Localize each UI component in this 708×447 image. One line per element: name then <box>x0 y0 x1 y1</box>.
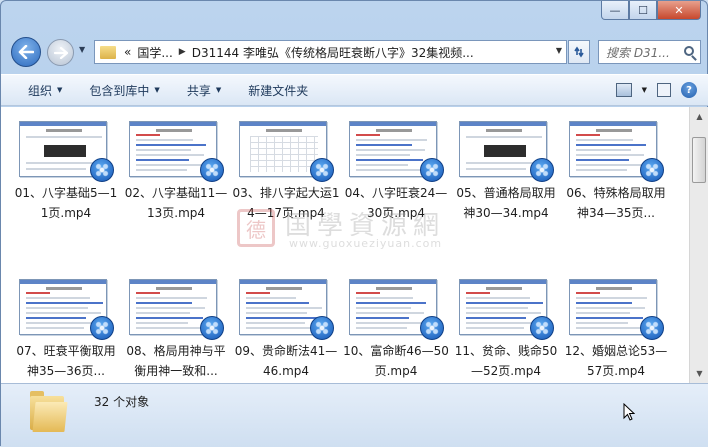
file-item[interactable]: 10、富命断46—50页.mp4 <box>341 265 451 383</box>
file-item[interactable]: 07、旺衰平衡取用神35—36页... <box>11 265 121 383</box>
watermark-url: www.guoxueziyuan.com <box>289 237 443 250</box>
search-placeholder: 搜索 D31... <box>606 45 670 60</box>
navigation-bar: ▼ « 国学... ▶ D31144 李唯弘《传统格局旺衰断八字》32集视频..… <box>1 31 708 71</box>
file-name: 12、婚姻总论53—57页.mp4 <box>564 344 668 378</box>
media-player-icon <box>420 316 444 340</box>
forward-button[interactable] <box>47 39 74 66</box>
file-item[interactable]: 01、八字基础5—11页.mp4 <box>11 107 121 257</box>
media-player-icon <box>530 158 554 182</box>
organize-menu[interactable]: 组织 ▼ <box>28 82 62 99</box>
refresh-button[interactable] <box>568 40 590 64</box>
command-bar: 组织 ▼ 包含到库中 ▼ 共享 ▼ 新建文件夹 ▼ ? <box>1 74 708 106</box>
file-item[interactable]: 11、贫命、贱命50—52页.mp4 <box>451 265 561 383</box>
address-dropdown-icon[interactable]: ▼ <box>556 46 562 55</box>
media-player-icon <box>200 158 224 182</box>
file-name: 11、贫命、贱命50—52页.mp4 <box>454 344 558 378</box>
details-pane: 32 个对象 <box>1 383 708 447</box>
file-name: 07、旺衰平衡取用神35—36页... <box>16 344 116 378</box>
media-player-icon <box>420 158 444 182</box>
caret-down-icon: ▼ <box>57 86 63 94</box>
file-item[interactable]: 12、婚姻总论53—57页.mp4 <box>561 265 671 383</box>
preview-pane-icon[interactable] <box>657 83 671 97</box>
folder-icon <box>100 45 116 59</box>
watermark: 德 国學資源網 www.guoxueziyuan.com <box>237 207 477 251</box>
new-folder-label: 新建文件夹 <box>248 83 309 98</box>
scroll-up-icon[interactable]: ▲ <box>691 108 708 125</box>
breadcrumb-segment-guoxue[interactable]: 国学... <box>137 44 172 61</box>
chevron-right-icon[interactable]: ▶ <box>179 47 186 57</box>
file-name: 08、格局用神与平衡用神一致和... <box>126 344 226 378</box>
share-menu[interactable]: 共享 ▼ <box>187 82 221 99</box>
address-bar[interactable]: « 国学... ▶ D31144 李唯弘《传统格局旺衰断八字》32集视频... … <box>94 40 567 64</box>
back-button[interactable] <box>11 37 41 67</box>
media-player-icon <box>640 158 664 182</box>
caret-down-icon[interactable]: ▼ <box>642 86 647 94</box>
change-view-icon[interactable] <box>615 83 632 97</box>
forward-arrow-icon <box>53 46 68 59</box>
file-item[interactable]: 09、贵命断法41—46.mp4 <box>231 265 341 383</box>
maximize-button[interactable]: ☐ <box>629 1 657 20</box>
breadcrumb-overflow[interactable]: « <box>124 45 131 59</box>
refresh-icon <box>574 46 584 58</box>
media-player-icon <box>530 316 554 340</box>
include-in-library-menu[interactable]: 包含到库中 ▼ <box>89 82 159 99</box>
watermark-seal: 德 <box>237 209 275 247</box>
search-icon[interactable] <box>684 46 694 56</box>
file-name: 02、八字基础11—13页.mp4 <box>124 186 228 220</box>
caret-down-icon: ▼ <box>215 86 222 94</box>
recent-pages-dropdown-icon[interactable]: ▼ <box>79 45 85 54</box>
file-item[interactable]: 06、特殊格局取用神34—35页... <box>561 107 671 257</box>
file-name: 06、特殊格局取用神34—35页... <box>566 186 666 220</box>
file-name: 01、八字基础5—11页.mp4 <box>14 186 118 220</box>
organize-label: 组织 <box>28 83 53 98</box>
file-item[interactable]: 08、格局用神与平衡用神一致和... <box>121 265 231 383</box>
back-arrow-icon <box>18 45 34 59</box>
scrollbar-thumb[interactable] <box>692 137 706 183</box>
new-folder-button[interactable]: 新建文件夹 <box>248 82 308 99</box>
file-name: 09、贵命断法41—46.mp4 <box>234 344 338 378</box>
breadcrumb-segment-current[interactable]: D31144 李唯弘《传统格局旺衰断八字》32集视频... <box>192 44 474 61</box>
folder-icon <box>28 388 68 432</box>
caption-buttons: — ☐ ✕ <box>601 1 701 21</box>
search-input[interactable]: 搜索 D31... <box>598 40 701 64</box>
item-count: 32 个对象 <box>94 395 150 409</box>
share-label: 共享 <box>186 83 211 98</box>
include-in-library-label: 包含到库中 <box>89 83 150 98</box>
media-player-icon <box>310 316 334 340</box>
breadcrumb: « 国学... ▶ D31144 李唯弘《传统格局旺衰断八字》32集视频... <box>124 44 474 61</box>
file-name: 10、富命断46—50页.mp4 <box>343 344 449 378</box>
vertical-scrollbar[interactable]: ▲ ▼ <box>689 107 708 383</box>
scroll-down-icon[interactable]: ▼ <box>691 365 708 382</box>
media-player-icon <box>90 316 114 340</box>
minimize-button[interactable]: — <box>601 1 629 20</box>
help-icon[interactable]: ? <box>681 82 697 98</box>
close-button[interactable]: ✕ <box>657 1 701 20</box>
caret-down-icon: ▼ <box>154 86 160 94</box>
media-player-icon <box>640 316 664 340</box>
file-item[interactable]: 02、八字基础11—13页.mp4 <box>121 107 231 257</box>
media-player-icon <box>310 158 334 182</box>
media-player-icon <box>200 316 224 340</box>
explorer-window: — ☐ ✕ ▼ « 国学... ▶ D31144 李唯弘《传统格局旺衰断八字》3… <box>0 0 708 447</box>
media-player-icon <box>90 158 114 182</box>
